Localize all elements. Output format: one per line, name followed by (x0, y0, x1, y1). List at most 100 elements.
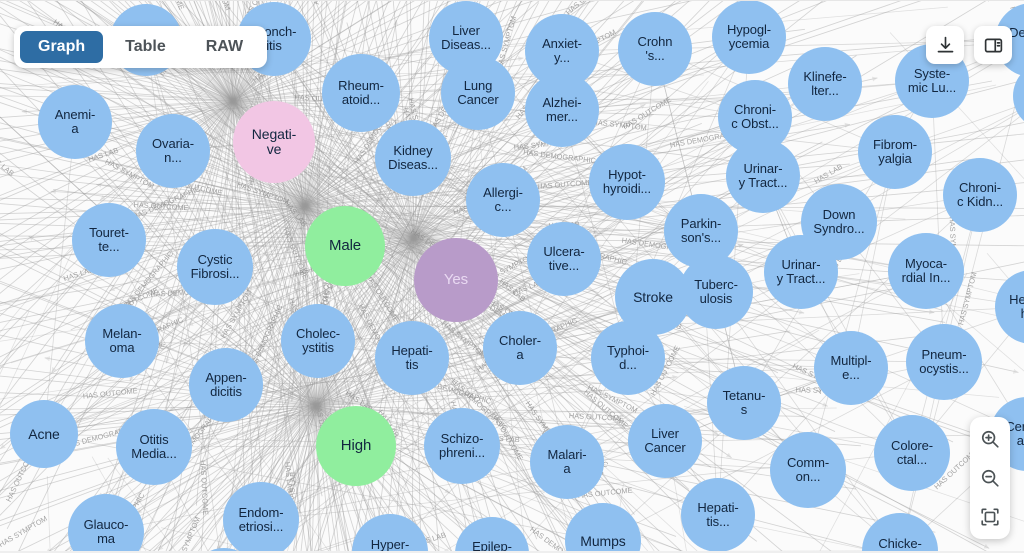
graph-node[interactable]: Urinar-y Tract... (764, 235, 838, 309)
side-panel-toggle-button[interactable] (974, 26, 1012, 64)
graph-node-label: High (340, 437, 372, 455)
graph-node[interactable]: Acne (10, 400, 78, 468)
graph-node[interactable]: Alzhei-mer... (525, 73, 599, 147)
graph-node[interactable]: Fibrom-yalgia (858, 115, 932, 189)
graph-node[interactable]: Kidney Diseas... (375, 120, 451, 196)
graph-node-label: Down Syndro... (813, 207, 865, 236)
graph-node[interactable]: Hypot-hyroidi... (589, 144, 665, 220)
graph-node[interactable]: Choler-a (483, 311, 557, 385)
graph-node-label: Hypogl-ycemia (726, 22, 772, 51)
graph-node[interactable]: Hypogl-ycemia (712, 0, 786, 74)
graph-node[interactable]: Allergi-c... (466, 163, 540, 237)
tab-graph[interactable]: Graph (20, 31, 104, 63)
graph-node-label: Pneum-ocystis... (919, 347, 969, 376)
graph-node[interactable]: Otitis Media... (116, 409, 192, 485)
graph-node-label: Alzhei-mer... (542, 95, 582, 124)
top-right-toolbar (926, 26, 1012, 64)
graph-node-label: Klinefe-lter... (803, 69, 847, 98)
graph-node-label: Acne (28, 425, 60, 442)
graph-node[interactable]: Endom-etriosi... (223, 482, 299, 553)
graph-node[interactable]: Tuberc-ulosis (679, 255, 753, 329)
graph-node-label: Crohn's... (637, 34, 673, 63)
graph-node[interactable]: Liver Cancer (628, 404, 702, 478)
graph-node-label: Choler-a (499, 333, 541, 362)
graph-node-label: Multipl-e... (830, 353, 872, 382)
graph-node-label: Stroke (633, 288, 673, 305)
graph-node[interactable]: Mumps (565, 503, 641, 553)
graph-node[interactable]: Yes (414, 238, 498, 322)
graph-node[interactable]: Ulcera-tive... (527, 222, 601, 296)
graph-node-label: Endom-etriosi... (238, 505, 284, 534)
graph-node[interactable]: Hepati-tis... (681, 478, 755, 552)
graph-node[interactable]: Typhoi-d... (591, 321, 665, 395)
graph-node-label: Ulcera-tive... (543, 244, 585, 273)
graph-node[interactable]: Cystic Fibrosi... (177, 229, 253, 305)
graph-node[interactable]: Chroni-c Kidn... (943, 158, 1017, 232)
graph-node[interactable]: Pneum-ocystis... (906, 324, 982, 400)
graph-node-label: Comm-on... (786, 455, 830, 484)
graph-node[interactable]: Chicke-npox (862, 513, 938, 553)
graph-node[interactable]: Urinar-y Tract... (726, 139, 800, 213)
graph-node-label: Urinar-y Tract... (776, 257, 826, 286)
graph-node-label: Fibrom-yalgia (872, 137, 918, 166)
zoom-out-button[interactable] (974, 463, 1006, 493)
graph-node-label: Male (328, 237, 362, 255)
graph-node[interactable]: Cholec-ystitis (281, 304, 355, 378)
graph-node-label: Rheum-atoid... (338, 78, 384, 107)
graph-explorer-app: HAS DEMOGRAPHICHAS SYMPTOMHAS LABHAS OUT… (0, 0, 1024, 553)
graph-node[interactable]: Male (305, 206, 385, 286)
graph-node-label: Chroni-c Kidn... (956, 180, 1004, 209)
graph-node[interactable]: Myoca-rdial In... (888, 233, 964, 309)
graph-node-label: Colore-ctal... (891, 438, 933, 467)
zoom-in-button[interactable] (974, 424, 1006, 454)
graph-node[interactable]: Negati-ve (233, 101, 315, 183)
download-button[interactable] (926, 26, 964, 64)
graph-node[interactable]: Malari-a (530, 425, 604, 499)
graph-node[interactable]: Hemop-hilia (995, 270, 1024, 344)
side-panel-icon (984, 38, 1002, 52)
graph-node-label: Typhoi-d... (607, 343, 649, 372)
graph-node[interactable]: Schizo-phreni... (424, 408, 500, 484)
graph-node[interactable]: Hepati-tis (375, 321, 449, 395)
graph-node-label: Glauco-ma (83, 517, 129, 546)
zoom-out-icon (981, 469, 999, 487)
graph-node-label: Cholec-ystitis (295, 326, 341, 355)
graph-node[interactable]: Rheum-atoid... (322, 54, 400, 132)
top-divider (0, 0, 1024, 1)
graph-node-label: Touret-te... (89, 225, 129, 254)
graph-node-label: Yes (443, 271, 469, 289)
graph-node-label: Urinar-y Tract... (738, 161, 788, 190)
graph-node-label: Cystic Fibrosi... (190, 252, 240, 281)
graph-node[interactable]: Klinefe-lter... (788, 47, 862, 121)
graph-node[interactable]: Melan-oma (85, 304, 159, 378)
graph-node-label: Otitis Media... (131, 432, 177, 461)
fit-to-screen-button[interactable] (974, 502, 1006, 532)
graph-node[interactable]: Lung Cancer (441, 56, 515, 130)
graph-node[interactable]: High (316, 406, 396, 486)
graph-node-label: Lung Cancer (457, 78, 499, 107)
graph-node[interactable]: Multipl-e... (814, 331, 888, 405)
graph-node-label: Tetanu-s (722, 388, 766, 417)
graph-node-label: Hypot-hyroidi... (602, 167, 652, 196)
graph-node[interactable]: Comm-on... (770, 432, 846, 508)
graph-node-label: Anxiet-y... (542, 36, 582, 65)
graph-node[interactable]: Ovaria-n... (136, 114, 210, 188)
graph-node[interactable]: Touret-te... (72, 203, 146, 277)
view-mode-tabbar: Graph Table RAW (14, 26, 268, 68)
graph-node[interactable]: Anemi-a (38, 85, 112, 159)
graph-node[interactable]: Appen-dicitis (189, 348, 263, 422)
graph-node[interactable]: Tetanu-s (707, 366, 781, 440)
graph-node-label: Schizo-phreni... (438, 431, 486, 460)
tab-table[interactable]: Table (107, 31, 184, 63)
graph-node[interactable]: Epilep-sy (455, 517, 529, 553)
graph-node-label: Myoca-rdial In... (901, 256, 951, 285)
graph-node-layer: Bladde-rBronch-itisLiverDiseas...Anxiet-… (0, 0, 1024, 553)
graph-node-label: Hepati-tis... (697, 500, 739, 529)
tab-raw[interactable]: RAW (188, 31, 261, 63)
graph-node[interactable]: Hyper-glycem... (352, 514, 428, 553)
graph-node-label: Mumps (580, 532, 626, 549)
graph-canvas[interactable]: HAS DEMOGRAPHICHAS SYMPTOMHAS LABHAS OUT… (0, 0, 1024, 553)
graph-node[interactable]: Crohn's... (618, 12, 692, 86)
graph-node[interactable]: Colore-ctal... (874, 415, 950, 491)
graph-node[interactable]: Glauco-ma (68, 494, 144, 553)
